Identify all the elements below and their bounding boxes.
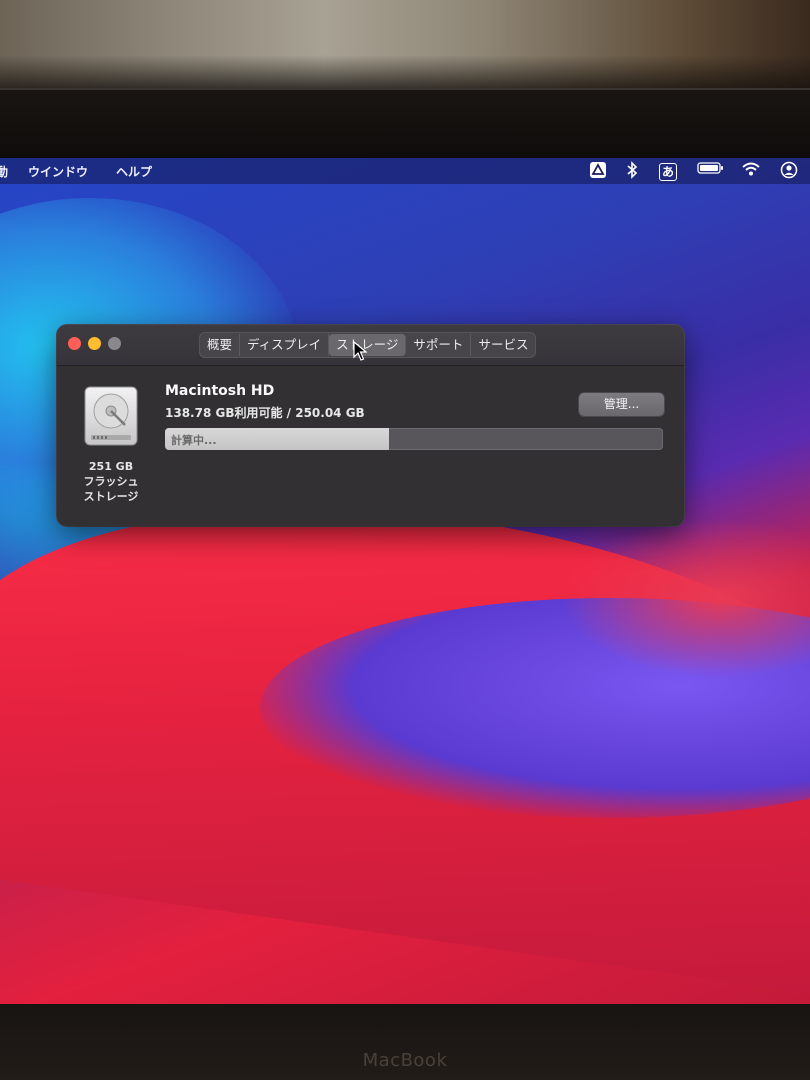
- wifi-icon[interactable]: [741, 161, 761, 181]
- tab-overview[interactable]: 概要: [200, 334, 241, 356]
- tab-service[interactable]: サービス: [471, 334, 535, 356]
- mouse-pointer-icon: [353, 341, 367, 361]
- background-room: [0, 0, 810, 95]
- screen-bezel-top: [0, 88, 810, 166]
- storage-usage-bar: 計算中...: [165, 428, 663, 450]
- desktop-wallpaper: [0, 158, 810, 1006]
- drive-icon[interactable]: [588, 161, 608, 181]
- disk-description: 251 GB フラッシュ ストレージ: [71, 459, 151, 504]
- tab-storage[interactable]: ストレージ: [329, 334, 407, 356]
- zoom-button[interactable]: [108, 337, 121, 350]
- menu-bar: 動 ウインドウ ヘルプ あ: [0, 158, 810, 184]
- battery-icon[interactable]: [697, 161, 725, 181]
- volume-name: Macintosh HD: [165, 383, 275, 399]
- close-button[interactable]: [68, 337, 81, 350]
- window-titlebar[interactable]: 概要 ディスプレイ ストレージ サポート サービス: [57, 325, 684, 366]
- hard-drive-icon: [84, 386, 138, 446]
- manage-button[interactable]: 管理...: [579, 393, 664, 416]
- input-method-icon[interactable]: あ: [659, 163, 677, 181]
- disk-type-line2: ストレージ: [83, 490, 139, 503]
- tab-displays[interactable]: ディスプレイ: [240, 334, 330, 356]
- minimize-button[interactable]: [88, 337, 101, 350]
- tab-support[interactable]: サポート: [406, 334, 472, 356]
- user-icon[interactable]: [779, 161, 799, 181]
- disk-type-line1: フラッシュ: [83, 475, 139, 488]
- about-this-mac-window: 概要 ディスプレイ ストレージ サポート サービス 251 GB フラッシュ ス…: [57, 325, 684, 526]
- menu-window[interactable]: ウインドウ: [28, 163, 88, 180]
- menu-go[interactable]: 動: [0, 163, 8, 180]
- disk-capacity: 251 GB: [88, 460, 134, 473]
- volume-free-space: 138.78 GB利用可能 / 250.04 GB: [165, 406, 365, 420]
- bluetooth-icon[interactable]: [622, 161, 642, 181]
- menu-help[interactable]: ヘルプ: [116, 163, 152, 180]
- storage-calculating-label: 計算中...: [171, 434, 217, 447]
- segmented-tabs: 概要 ディスプレイ ストレージ サポート サービス: [199, 332, 537, 358]
- macbook-brand-label: MacBook: [362, 1050, 448, 1071]
